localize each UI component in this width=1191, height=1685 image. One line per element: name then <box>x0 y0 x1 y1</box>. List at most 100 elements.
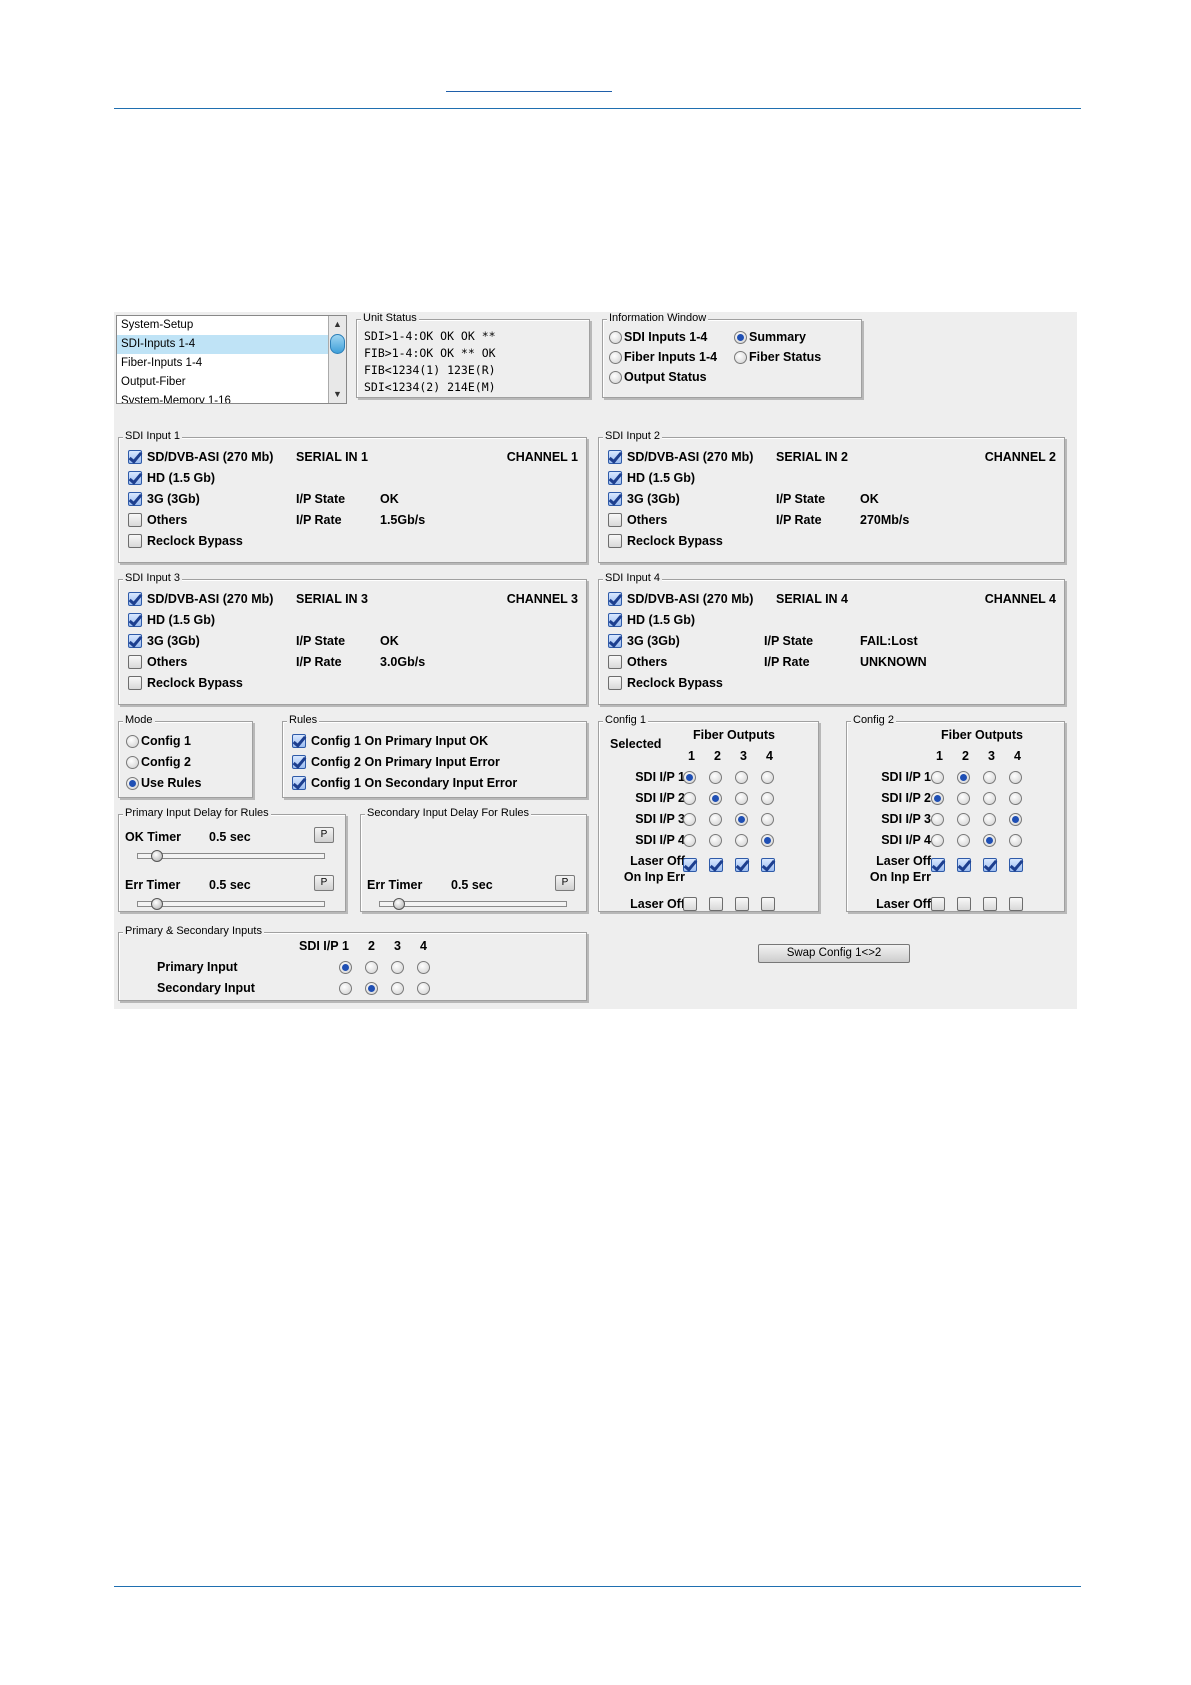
format-checkbox[interactable] <box>608 613 622 627</box>
nav-list[interactable]: System-Setup SDI-Inputs 1-4 Fiber-Inputs 1… <box>116 315 347 404</box>
route-radio[interactable] <box>1009 813 1022 826</box>
laser-off-on-err-checkbox[interactable] <box>983 858 997 872</box>
format-checkbox[interactable] <box>128 534 142 548</box>
format-checkbox[interactable] <box>608 471 622 485</box>
secondary-input-radio[interactable] <box>365 982 378 995</box>
laser-off-checkbox[interactable] <box>683 897 697 911</box>
secondary-input-radio[interactable] <box>339 982 352 995</box>
mode-radio[interactable] <box>126 777 139 790</box>
laser-off-on-err-checkbox[interactable] <box>931 858 945 872</box>
laser-off-on-err-checkbox[interactable] <box>761 858 775 872</box>
err-timer-slider[interactable] <box>137 901 325 907</box>
format-checkbox[interactable] <box>608 513 622 527</box>
route-radio[interactable] <box>1009 792 1022 805</box>
ok-timer-p-button[interactable]: P <box>314 827 334 843</box>
nav-item[interactable]: Fiber-Inputs 1-4 <box>117 354 346 373</box>
nav-item[interactable]: System-Memory 1-16 <box>117 392 346 403</box>
nav-scrollbar[interactable]: ▲ ▼ <box>328 316 346 403</box>
ok-timer-slider[interactable] <box>137 853 325 859</box>
format-checkbox[interactable] <box>128 676 142 690</box>
info-option-label[interactable]: Fiber Inputs 1-4 <box>624 350 717 364</box>
rule-checkbox[interactable] <box>292 734 306 748</box>
primary-input-radio[interactable] <box>391 961 404 974</box>
route-radio[interactable] <box>735 771 748 784</box>
laser-off-checkbox[interactable] <box>735 897 749 911</box>
info-option-label[interactable]: Output Status <box>624 370 707 384</box>
route-radio[interactable] <box>983 771 996 784</box>
format-checkbox[interactable] <box>128 471 142 485</box>
route-radio[interactable] <box>709 771 722 784</box>
route-radio[interactable] <box>683 792 696 805</box>
route-radio[interactable] <box>931 813 944 826</box>
format-checkbox[interactable] <box>608 634 622 648</box>
laser-off-checkbox[interactable] <box>1009 897 1023 911</box>
route-radio[interactable] <box>983 792 996 805</box>
route-radio[interactable] <box>761 792 774 805</box>
format-checkbox[interactable] <box>608 592 622 606</box>
format-checkbox[interactable] <box>128 450 142 464</box>
ok-timer-slider-knob[interactable] <box>151 850 163 862</box>
route-radio[interactable] <box>1009 834 1022 847</box>
format-checkbox[interactable] <box>608 492 622 506</box>
nav-item[interactable]: SDI-Inputs 1-4 <box>117 335 346 354</box>
route-radio[interactable] <box>1009 771 1022 784</box>
route-radio[interactable] <box>709 834 722 847</box>
format-checkbox[interactable] <box>608 534 622 548</box>
format-checkbox[interactable] <box>128 634 142 648</box>
route-radio[interactable] <box>683 771 696 784</box>
nav-item[interactable]: System-Setup <box>117 316 346 335</box>
info-option-radio[interactable] <box>609 371 622 384</box>
mode-radio[interactable] <box>126 735 139 748</box>
info-option-radio[interactable] <box>734 351 747 364</box>
info-option-radio[interactable] <box>609 331 622 344</box>
laser-off-on-err-checkbox[interactable] <box>683 858 697 872</box>
secondary-input-radio[interactable] <box>417 982 430 995</box>
format-checkbox[interactable] <box>608 676 622 690</box>
primary-input-radio[interactable] <box>339 961 352 974</box>
route-radio[interactable] <box>931 771 944 784</box>
scroll-down-icon[interactable]: ▼ <box>330 387 345 402</box>
route-radio[interactable] <box>735 792 748 805</box>
rule-checkbox[interactable] <box>292 755 306 769</box>
primary-input-radio[interactable] <box>417 961 430 974</box>
err-timer-p-button[interactable]: P <box>314 875 334 891</box>
route-radio[interactable] <box>983 834 996 847</box>
mode-option-label[interactable]: Use Rules <box>141 776 201 790</box>
scroll-up-icon[interactable]: ▲ <box>330 317 345 332</box>
laser-off-on-err-checkbox[interactable] <box>709 858 723 872</box>
mode-option-label[interactable]: Config 1 <box>141 734 191 748</box>
route-radio[interactable] <box>683 834 696 847</box>
nav-item[interactable]: Output-Fiber <box>117 373 346 392</box>
mode-option-label[interactable]: Config 2 <box>141 755 191 769</box>
format-checkbox[interactable] <box>608 655 622 669</box>
route-radio[interactable] <box>957 813 970 826</box>
route-radio[interactable] <box>709 813 722 826</box>
sec-err-timer-slider[interactable] <box>379 901 567 907</box>
route-radio[interactable] <box>931 834 944 847</box>
format-checkbox[interactable] <box>128 613 142 627</box>
secondary-input-radio[interactable] <box>391 982 404 995</box>
route-radio[interactable] <box>983 813 996 826</box>
format-checkbox[interactable] <box>128 492 142 506</box>
rule-checkbox[interactable] <box>292 776 306 790</box>
sec-err-timer-slider-knob[interactable] <box>393 898 405 910</box>
header-link[interactable] <box>446 80 612 92</box>
route-radio[interactable] <box>735 813 748 826</box>
format-checkbox[interactable] <box>128 513 142 527</box>
route-radio[interactable] <box>761 771 774 784</box>
laser-off-checkbox[interactable] <box>931 897 945 911</box>
info-option-radio[interactable] <box>609 351 622 364</box>
laser-off-on-err-checkbox[interactable] <box>957 858 971 872</box>
route-radio[interactable] <box>931 792 944 805</box>
info-option-radio[interactable] <box>734 331 747 344</box>
laser-off-checkbox[interactable] <box>957 897 971 911</box>
laser-off-on-err-checkbox[interactable] <box>1009 858 1023 872</box>
swap-config-button[interactable]: Swap Config 1<>2 <box>758 944 910 963</box>
scroll-thumb[interactable] <box>330 334 345 354</box>
sec-err-timer-p-button[interactable]: P <box>555 875 575 891</box>
format-checkbox[interactable] <box>608 450 622 464</box>
format-checkbox[interactable] <box>128 655 142 669</box>
info-option-label[interactable]: SDI Inputs 1-4 <box>624 330 707 344</box>
route-radio[interactable] <box>683 813 696 826</box>
laser-off-checkbox[interactable] <box>983 897 997 911</box>
